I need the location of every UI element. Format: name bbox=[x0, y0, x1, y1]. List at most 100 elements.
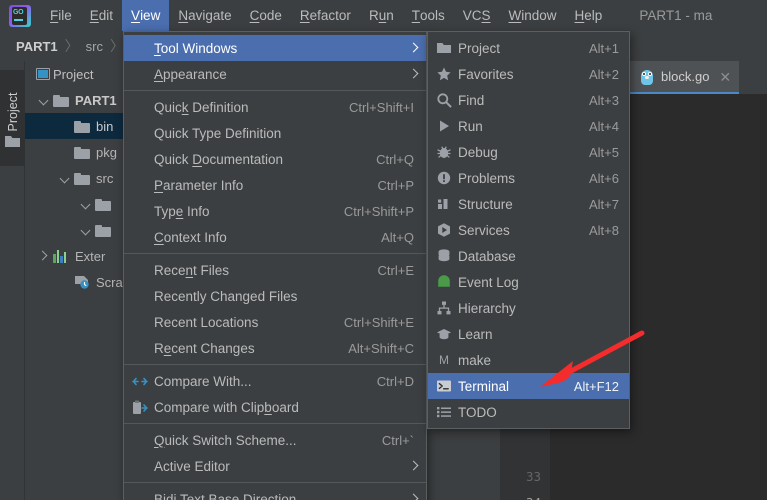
chevron-right-icon[interactable] bbox=[37, 249, 51, 263]
menu-vcs[interactable]: VC S bbox=[454, 0, 500, 31]
view-menu-item-shortcut: Alt+Q bbox=[381, 229, 414, 245]
view-menu-item-recent-locations[interactable]: Recent Locations Ctrl+Shift+E bbox=[124, 309, 426, 335]
tool-window-item-run[interactable]: Run Alt+4 bbox=[428, 113, 629, 139]
tool-window-item-make[interactable]: Mmake bbox=[428, 347, 629, 373]
view-menu-item-label: Tool Windows bbox=[154, 40, 238, 56]
view-menu-item-label: Quick Switch Scheme... bbox=[154, 432, 297, 448]
view-menu-item-shortcut: Ctrl+Shift+I bbox=[348, 99, 414, 115]
libraries-icon bbox=[53, 249, 69, 263]
view-menu-item-label: Type Info bbox=[154, 203, 210, 219]
tool-window-item-find[interactable]: Find Alt+3 bbox=[428, 87, 629, 113]
menu-file[interactable]: File bbox=[41, 0, 81, 31]
view-menu-item-label: Quick Documentation bbox=[154, 151, 284, 167]
tool-window-item-learn[interactable]: Learn bbox=[428, 321, 629, 347]
view-menu-item-shortcut: Alt+Shift+C bbox=[348, 340, 414, 356]
tool-strip-tab-project[interactable]: Project bbox=[0, 70, 25, 166]
tool-window-item-shortcut: Alt+6 bbox=[589, 170, 619, 186]
menu-window[interactable]: Window bbox=[500, 0, 566, 31]
folder-icon bbox=[436, 40, 452, 56]
chevron-down-icon[interactable] bbox=[79, 197, 93, 211]
tool-window-item-problems[interactable]: Problems Alt+6 bbox=[428, 165, 629, 191]
scratches-icon bbox=[74, 275, 90, 289]
view-menu-item-label: Recent Locations bbox=[154, 314, 259, 330]
menu-tools[interactable]: Tools bbox=[403, 0, 454, 31]
tool-window-item-debug[interactable]: Debug Alt+5 bbox=[428, 139, 629, 165]
view-menu-item-quick-switch-scheme[interactable]: Quick Switch Scheme... Ctrl+` bbox=[124, 427, 426, 453]
tool-window-item-shortcut: Alt+1 bbox=[589, 40, 619, 56]
view-menu-item-context-info[interactable]: Context Info Alt+Q bbox=[124, 224, 426, 250]
editor-tab-block-go[interactable]: block.go ✕ bbox=[630, 61, 740, 94]
chevron-down-icon[interactable] bbox=[58, 171, 72, 185]
tool-window-item-services[interactable]: Services Alt+8 bbox=[428, 217, 629, 243]
view-menu-item-compare-with[interactable]: Compare With... Ctrl+D bbox=[124, 368, 426, 394]
view-menu-item-parameter-info[interactable]: Parameter Info Ctrl+P bbox=[124, 172, 426, 198]
menu-navigate[interactable]: Navigate bbox=[169, 0, 240, 31]
menu-bar: GO File Edit View Navigate Code Refactor Ru n To… bbox=[0, 0, 767, 31]
menu-code[interactable]: Code bbox=[241, 0, 291, 31]
view-menu-item-label: Recent Files bbox=[154, 262, 230, 278]
folder-icon bbox=[74, 146, 90, 159]
view-menu-item-label: Quick Definition bbox=[154, 99, 249, 115]
view-menu-item-recent-files[interactable]: Recent Files Ctrl+E bbox=[124, 257, 426, 283]
view-menu-item-quick-documentation[interactable]: Quick Documentation Ctrl+Q bbox=[124, 146, 426, 172]
close-icon[interactable]: ✕ bbox=[719, 70, 731, 84]
tool-window-item-event-log[interactable]: Event Log bbox=[428, 269, 629, 295]
view-menu-item-recent-changes[interactable]: Recent Changes Alt+Shift+C bbox=[124, 335, 426, 361]
view-menu-item-active-editor[interactable]: Active Editor bbox=[124, 453, 426, 479]
tool-window-item-todo[interactable]: TODO bbox=[428, 399, 629, 425]
tool-window-item-label: Structure bbox=[458, 196, 513, 212]
svg-text:M: M bbox=[439, 353, 449, 367]
view-menu-dropdown: Tool Windows Appearance Quick Definition Ct… bbox=[123, 31, 427, 500]
folder-icon bbox=[95, 198, 111, 211]
folder-icon bbox=[74, 120, 90, 133]
view-menu-item-compare-with-clipboard[interactable]: Compare with Clipboard bbox=[124, 394, 426, 420]
breadcrumb-item-src[interactable]: src bbox=[84, 39, 105, 54]
tool-window-item-database[interactable]: Database bbox=[428, 243, 629, 269]
view-menu-item-quick-definition[interactable]: Quick Definition Ctrl+Shift+I bbox=[124, 94, 426, 120]
chevron-down-icon[interactable] bbox=[37, 93, 51, 107]
view-menu-item-quick-type-definition[interactable]: Quick Type Definition bbox=[124, 120, 426, 146]
gutter-line-number: 34 bbox=[526, 495, 541, 500]
tool-window-item-label: Debug bbox=[458, 144, 498, 160]
tool-window-item-label: Learn bbox=[458, 326, 493, 342]
view-menu-item-type-info[interactable]: Type Info Ctrl+Shift+P bbox=[124, 198, 426, 224]
menu-view[interactable]: View bbox=[122, 0, 170, 31]
tool-window-item-label: Favorites bbox=[458, 66, 514, 82]
tool-window-item-label: Find bbox=[458, 92, 485, 108]
hierarchy-icon bbox=[436, 300, 452, 316]
structure-icon bbox=[436, 196, 452, 212]
view-menu-item-shortcut: Ctrl+` bbox=[381, 432, 414, 448]
view-menu-item-label: Active Editor bbox=[154, 458, 230, 474]
menu-help[interactable]: Help bbox=[566, 0, 612, 31]
view-menu-item-tool-windows[interactable]: Tool Windows bbox=[124, 35, 426, 61]
play-icon bbox=[436, 118, 452, 134]
tool-window-item-project[interactable]: Project Alt+1 bbox=[428, 35, 629, 61]
view-menu-item-shortcut: Ctrl+P bbox=[377, 177, 414, 193]
view-menu-item-label: Compare With... bbox=[154, 373, 252, 389]
tool-window-item-structure[interactable]: Structure Alt+7 bbox=[428, 191, 629, 217]
tool-window-item-shortcut: Alt+5 bbox=[589, 144, 619, 160]
view-menu-item-appearance[interactable]: Appearance bbox=[124, 61, 426, 87]
tool-window-item-label: Run bbox=[458, 118, 483, 134]
menu-separator bbox=[124, 90, 426, 91]
tool-window-item-label: Database bbox=[458, 248, 516, 264]
view-menu-item-bidi-text-base-direction[interactable]: Bidi Text Base Direction bbox=[124, 486, 426, 500]
tree-node-label: bin bbox=[96, 118, 114, 134]
view-menu-item-recently-changed-files[interactable]: Recently Changed Files bbox=[124, 283, 426, 309]
menu-refactor[interactable]: Refactor bbox=[291, 0, 360, 31]
menu-edit[interactable]: Edit bbox=[81, 0, 122, 31]
tool-window-item-hierarchy[interactable]: Hierarchy bbox=[428, 295, 629, 321]
compare-clipboard-icon bbox=[132, 400, 148, 415]
tool-window-item-terminal[interactable]: Terminal Alt+F12 bbox=[428, 373, 629, 399]
view-menu-item-label: Quick Type Definition bbox=[154, 125, 282, 141]
go-file-icon bbox=[640, 69, 654, 85]
breadcrumb-item-project[interactable]: PART1 bbox=[0, 39, 60, 54]
database-icon bbox=[436, 248, 452, 264]
menu-run[interactable]: Run bbox=[360, 0, 403, 31]
menu-separator bbox=[124, 364, 426, 365]
chevron-down-icon[interactable] bbox=[79, 223, 93, 237]
view-menu-item-shortcut: Ctrl+Shift+E bbox=[343, 314, 414, 330]
breadcrumb-separator-icon: 〉 bbox=[64, 38, 79, 54]
view-menu-item-shortcut: Ctrl+Q bbox=[376, 151, 414, 167]
tool-window-item-favorites[interactable]: Favorites Alt+2 bbox=[428, 61, 629, 87]
